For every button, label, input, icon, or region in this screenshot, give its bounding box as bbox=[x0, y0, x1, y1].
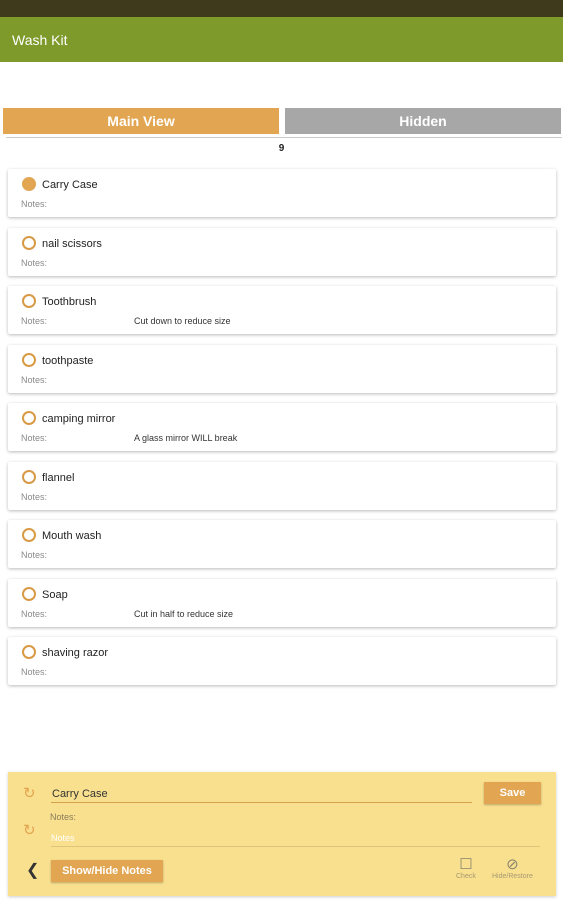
tab-divider bbox=[6, 137, 562, 138]
notes-text: Cut in half to reduce size bbox=[134, 608, 234, 619]
app-bar: Wash Kit bbox=[0, 17, 563, 62]
notes-label: Notes: bbox=[21, 667, 48, 677]
status-bar bbox=[0, 0, 563, 17]
radio-unchecked-icon[interactable] bbox=[22, 352, 36, 367]
item-name: toothpaste bbox=[42, 354, 94, 367]
item-name: Toothbrush bbox=[42, 296, 97, 308]
hide-restore-label: Hide/Restore bbox=[492, 873, 533, 880]
item-name: camping mirror bbox=[42, 413, 116, 425]
view-tabs: Main View Hidden bbox=[3, 108, 561, 134]
item-list: Carry Case Notes: nail scissors Notes: Tooth… bbox=[8, 169, 556, 696]
notes-label: Notes: bbox=[21, 257, 48, 268]
undo-notes-icon[interactable]: ↻ bbox=[23, 823, 36, 838]
notes-label: Notes: bbox=[21, 374, 48, 385]
item-count: 9 bbox=[278, 143, 285, 154]
item-name: Mouth wash bbox=[42, 530, 102, 542]
notes-label: Notes: bbox=[21, 433, 48, 443]
list-item[interactable]: camping mirror Notes: A glass mirror WILL … bbox=[8, 403, 556, 451]
list-item[interactable]: flannel Notes: bbox=[8, 461, 556, 510]
radio-unchecked-icon[interactable] bbox=[22, 645, 36, 659]
notes-label: Notes: bbox=[21, 550, 48, 560]
radio-unchecked-icon[interactable] bbox=[22, 411, 36, 425]
radio-checked-icon[interactable] bbox=[22, 177, 36, 191]
list-item[interactable]: toothpaste Notes: bbox=[8, 344, 556, 393]
list-item[interactable]: shaving razor Notes: bbox=[8, 637, 556, 685]
notes-label: Notes: bbox=[21, 491, 48, 502]
radio-unchecked-icon[interactable] bbox=[22, 528, 36, 542]
item-name: shaving razor bbox=[42, 647, 109, 659]
notes-label: Notes: bbox=[21, 316, 48, 326]
check-label: Check bbox=[456, 873, 476, 880]
app-title: Wash Kit bbox=[12, 31, 68, 48]
notes-caption: Notes: bbox=[50, 812, 77, 822]
edit-panel: ↻ Save ↻ Notes: ❮ Show/Hide Notes ☐ Chec… bbox=[8, 772, 556, 896]
radio-unchecked-icon[interactable] bbox=[22, 469, 36, 484]
chevron-left-icon[interactable]: ❮ bbox=[26, 860, 39, 880]
save-button[interactable]: Save bbox=[484, 782, 541, 804]
list-item[interactable]: Mouth wash Notes: bbox=[8, 520, 556, 568]
show-hide-notes-button[interactable]: Show/Hide Notes bbox=[51, 860, 163, 882]
square-icon: ☐ bbox=[459, 856, 473, 873]
list-item[interactable]: Soap Notes: Cut in half to reduce size bbox=[8, 578, 556, 627]
item-name: Soap bbox=[42, 588, 68, 601]
hide-restore-button[interactable]: ⊘ Hide/Restore bbox=[492, 856, 533, 880]
list-item[interactable]: Carry Case Notes: bbox=[8, 169, 556, 217]
notes-text: Cut down to reduce size bbox=[134, 316, 231, 326]
tab-hidden[interactable]: Hidden bbox=[285, 108, 561, 134]
undo-icon[interactable]: ↻ bbox=[23, 786, 36, 801]
notes-input[interactable] bbox=[51, 830, 540, 847]
item-name: Carry Case bbox=[42, 179, 98, 191]
check-button[interactable]: ☐ Check bbox=[456, 856, 476, 880]
radio-unchecked-icon[interactable] bbox=[22, 235, 36, 250]
list-item[interactable]: nail scissors Notes: bbox=[8, 227, 556, 276]
notes-label: Notes: bbox=[21, 608, 48, 619]
hide-icon: ⊘ bbox=[506, 856, 519, 873]
list-item[interactable]: Toothbrush Notes: Cut down to reduce size bbox=[8, 286, 556, 334]
radio-unchecked-icon[interactable] bbox=[22, 294, 36, 308]
radio-unchecked-icon[interactable] bbox=[22, 586, 36, 601]
notes-text: A glass mirror WILL break bbox=[134, 433, 238, 443]
item-name: flannel bbox=[42, 471, 75, 484]
item-name: nail scissors bbox=[42, 237, 102, 250]
notes-label: Notes: bbox=[21, 199, 48, 209]
tab-main-view[interactable]: Main View bbox=[3, 108, 279, 134]
item-name-input[interactable] bbox=[51, 786, 472, 803]
